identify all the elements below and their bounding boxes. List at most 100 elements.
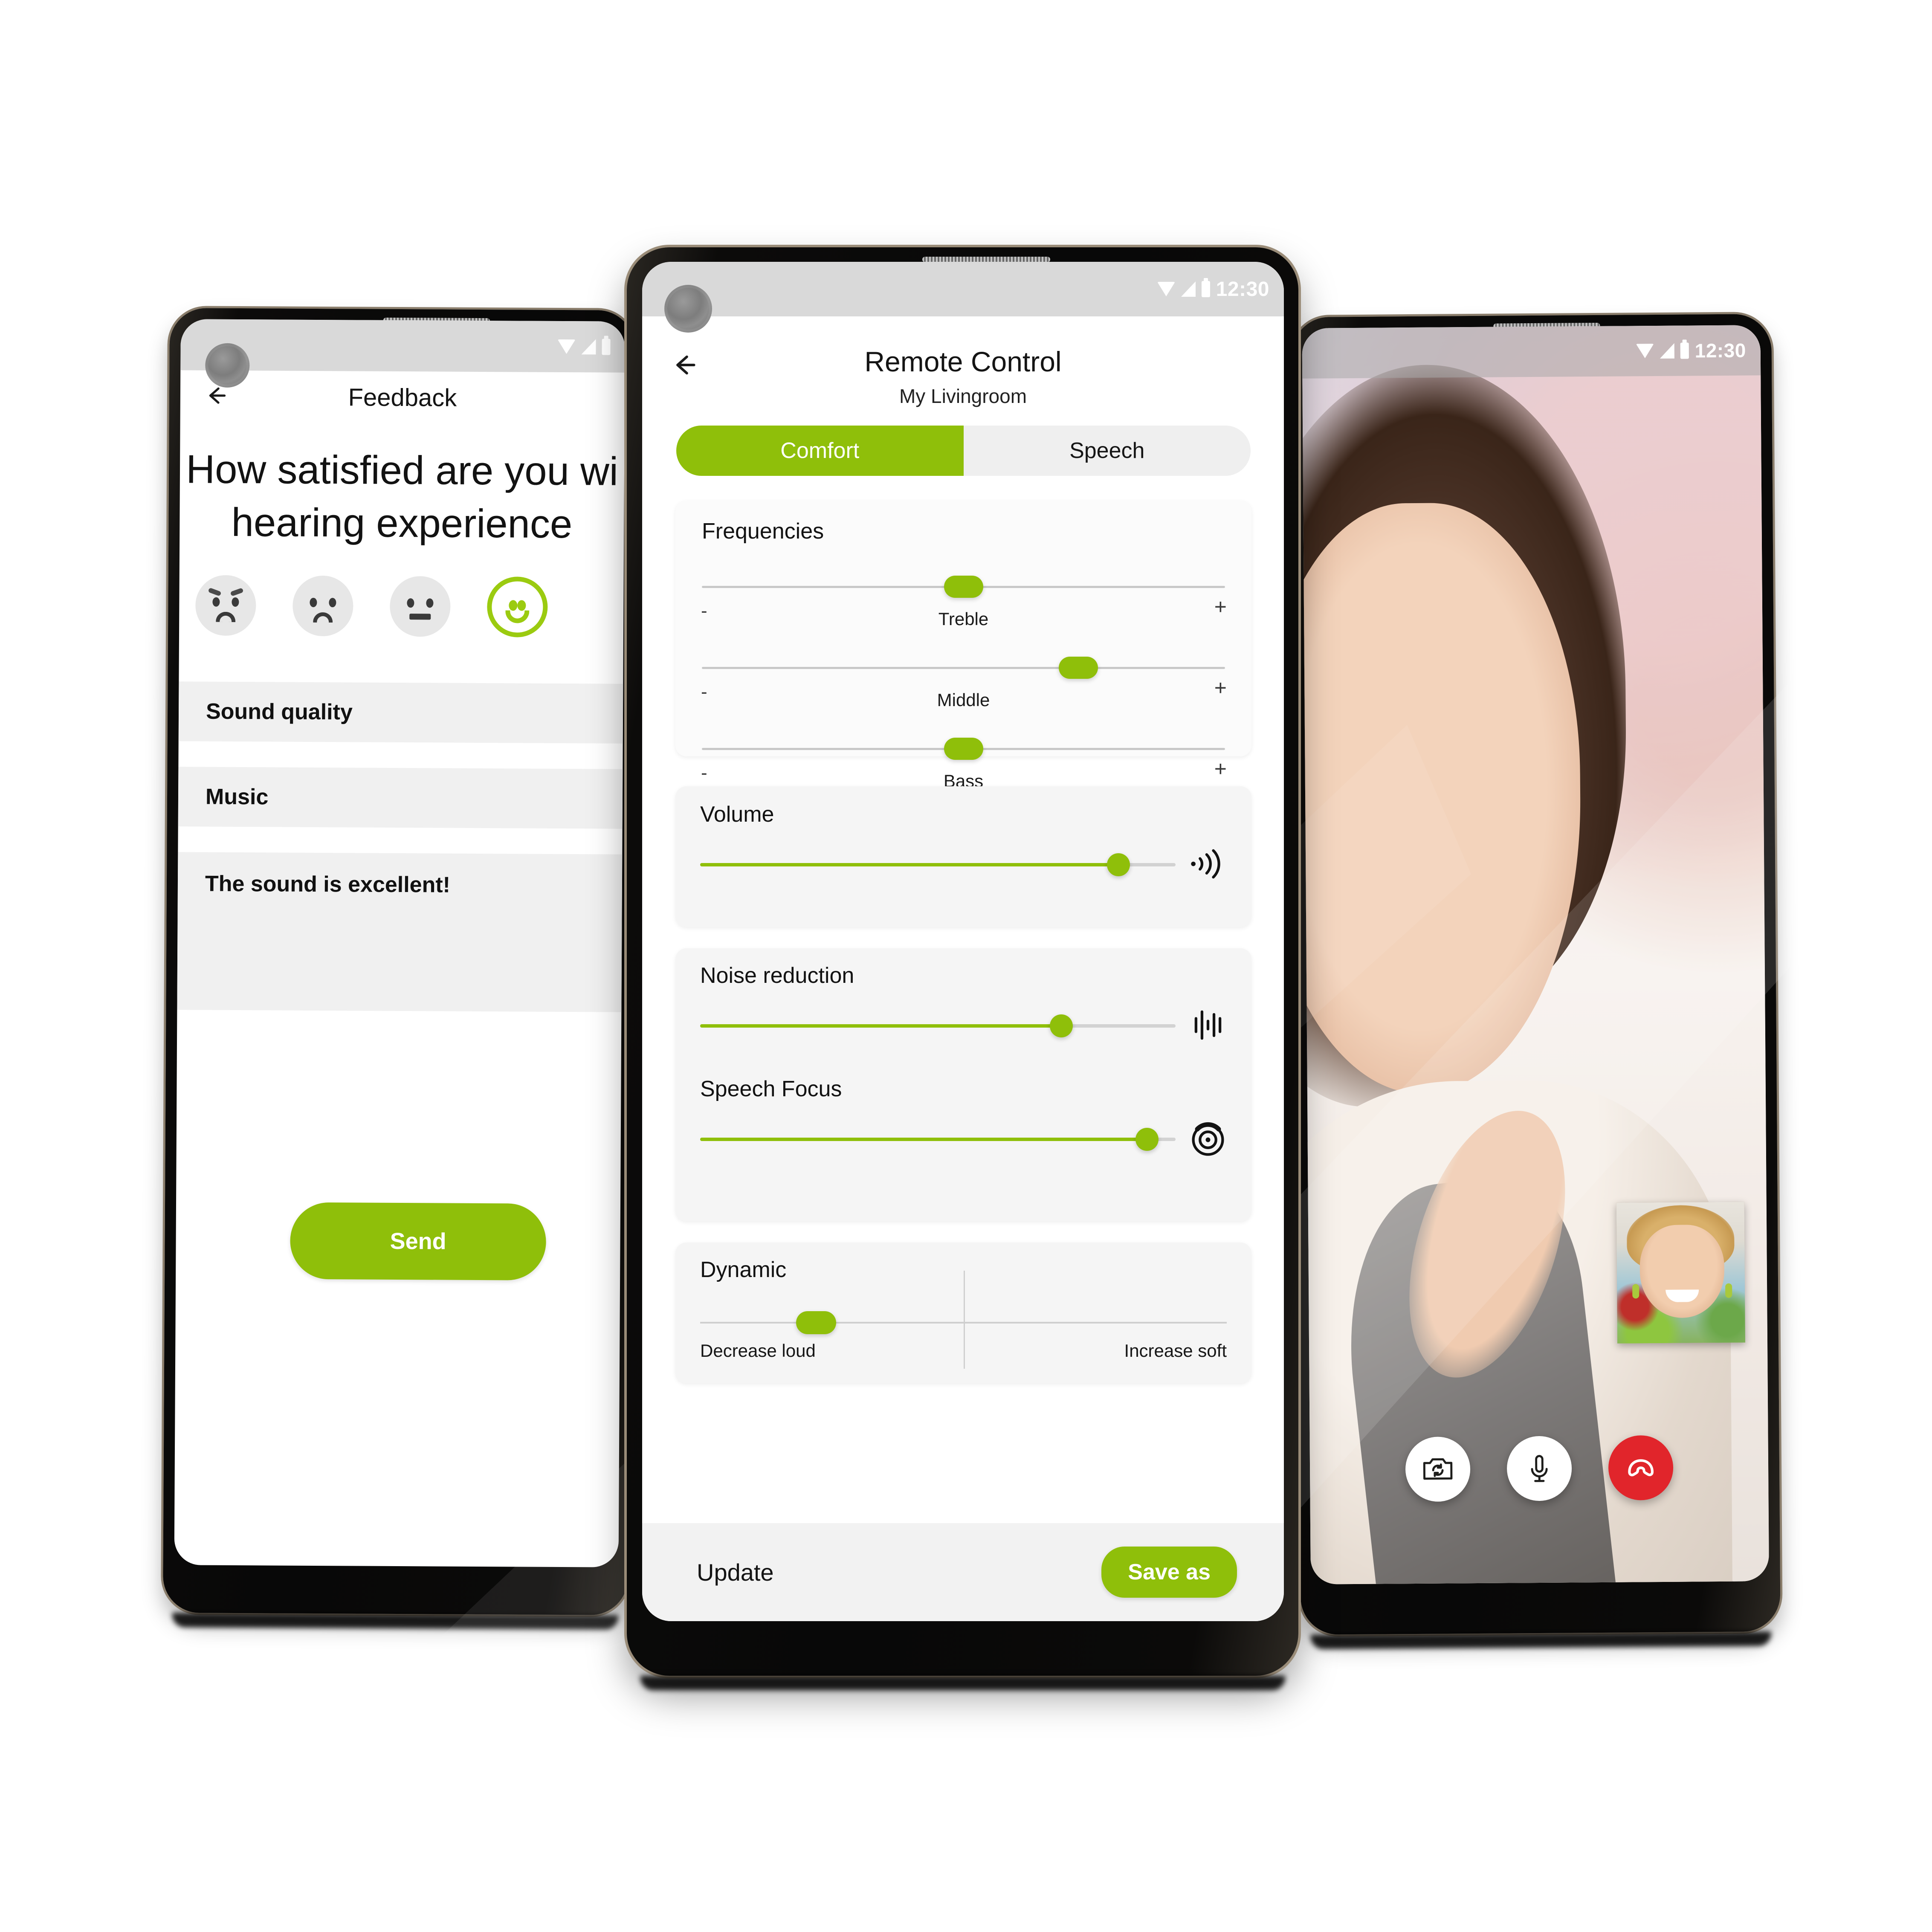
- list-item-label: Sound quality: [206, 699, 353, 725]
- battery-icon: [602, 339, 611, 355]
- marketing-composition: Feedback How satisfied are you wi hearin…: [0, 0, 1932, 1932]
- page-subtitle: My Livingroom: [899, 385, 1027, 407]
- brow-left: [208, 587, 222, 597]
- mouth-flat: [409, 614, 431, 620]
- wifi-icon: [1157, 282, 1175, 296]
- call-controls: [1309, 1403, 1769, 1534]
- eq-track: [702, 667, 1225, 669]
- audio-waveform-icon: [1187, 1004, 1229, 1046]
- eq-knob[interactable]: [944, 576, 983, 598]
- phone-mockup-remote-control: 12:30 Remote Control My Livingroom Comfo…: [627, 247, 1298, 1690]
- video-call-remote-participant: [1302, 325, 1769, 1584]
- status-clock: 12:30: [1216, 278, 1269, 301]
- mouth-smile: [505, 610, 530, 623]
- battery-icon: [1680, 342, 1689, 359]
- volume-card: Volume: [675, 786, 1251, 927]
- screen-video-call: 12:30: [1302, 325, 1769, 1584]
- slider-track: [700, 1014, 1176, 1037]
- comment-text: The sound is excellent!: [205, 871, 451, 898]
- eye-right: [232, 597, 239, 607]
- face-satisfied-selected[interactable]: [487, 576, 548, 637]
- slider-knob[interactable]: [1135, 1128, 1159, 1151]
- send-button[interactable]: Send: [290, 1202, 547, 1280]
- dynamic-title: Dynamic: [700, 1257, 787, 1282]
- phone-shadow-right: [1310, 1631, 1771, 1649]
- phone-shadow-left: [172, 1613, 619, 1630]
- eye-left: [310, 597, 317, 607]
- earring-right: [1725, 1283, 1732, 1298]
- list-item-label: Music: [205, 784, 269, 810]
- save-as-button[interactable]: Save as: [1101, 1547, 1237, 1598]
- slider-fill: [700, 1024, 1062, 1028]
- speech-focus-title: Speech Focus: [700, 1077, 842, 1101]
- brow-right: [230, 588, 244, 597]
- noise-reduction-title: Noise reduction: [700, 963, 854, 988]
- eye-right: [426, 598, 434, 608]
- feedback-question: How satisfied are you wi hearing experie…: [180, 443, 624, 551]
- eq-label-treble: Treble: [938, 609, 989, 629]
- wifi-icon: [1636, 344, 1654, 359]
- earring-left: [1632, 1284, 1639, 1299]
- list-item-music[interactable]: Music: [178, 767, 623, 829]
- page-title: Remote Control: [864, 346, 1062, 377]
- phone-shadow-center: [640, 1676, 1285, 1690]
- slider-track: [700, 853, 1176, 876]
- phone-mockup-video-call: 12:30: [1292, 314, 1781, 1649]
- noise-speech-card: Noise reduction Speech Focus: [675, 948, 1251, 1221]
- status-bar-right: 12:30: [1302, 325, 1761, 379]
- eye-right: [517, 600, 526, 611]
- eq-label-middle: Middle: [937, 690, 990, 710]
- eye-left: [407, 598, 414, 608]
- mute-microphone-button[interactable]: [1506, 1436, 1572, 1501]
- face-unsatisfied[interactable]: [292, 575, 353, 637]
- dynamic-left-label: Decrease loud: [700, 1341, 816, 1361]
- dynamic-center-tick: [963, 1271, 965, 1369]
- comment-textarea[interactable]: The sound is excellent!: [177, 852, 623, 1012]
- slider-knob[interactable]: [1107, 853, 1130, 876]
- tab-speech[interactable]: Speech: [964, 426, 1251, 476]
- eye-left: [509, 600, 518, 611]
- face-very-unsatisfied[interactable]: [195, 575, 256, 636]
- program-tabs: Comfort Speech: [676, 426, 1251, 476]
- wifi-icon: [557, 339, 576, 354]
- slider-fill: [700, 1138, 1147, 1141]
- screen-feedback: Feedback How satisfied are you wi hearin…: [174, 319, 625, 1567]
- signal-icon: [1660, 343, 1674, 359]
- volume-title: Volume: [700, 802, 774, 827]
- mouth-frown: [313, 612, 333, 623]
- slider-fill: [700, 863, 1119, 866]
- feedback-question-line2: hearing experience: [231, 500, 573, 547]
- satisfaction-rating-group: [195, 575, 624, 637]
- dynamic-card: Dynamic Decrease loud Increase soft: [675, 1243, 1251, 1383]
- face-neutral[interactable]: [389, 576, 451, 637]
- eye-right: [329, 598, 336, 608]
- end-call-button[interactable]: [1608, 1435, 1674, 1500]
- update-button[interactable]: Update: [697, 1558, 774, 1586]
- tab-comfort[interactable]: Comfort: [676, 426, 964, 476]
- slider-track: [700, 1128, 1176, 1151]
- feedback-question-line1: How satisfied are you wi: [186, 446, 619, 494]
- slider-track: [700, 1322, 1227, 1324]
- signal-icon: [581, 339, 596, 355]
- target-focus-icon: [1187, 1117, 1229, 1160]
- list-item-sound-quality[interactable]: Sound quality: [178, 681, 623, 744]
- eq-knob[interactable]: [944, 738, 983, 760]
- status-bar-center: 12:30: [642, 262, 1284, 316]
- remote-control-footer: Update Save as: [642, 1523, 1284, 1621]
- phone-mockup-feedback: Feedback How satisfied are you wi hearin…: [162, 308, 635, 1630]
- slider-knob[interactable]: [1050, 1014, 1073, 1037]
- battery-icon: [1201, 278, 1210, 297]
- slider-knob[interactable]: [796, 1311, 836, 1334]
- dynamic-right-label: Increase soft: [1124, 1341, 1227, 1361]
- video-call-self-view-thumbnail[interactable]: [1616, 1202, 1746, 1344]
- eq-knob[interactable]: [1059, 657, 1098, 679]
- page-title: Feedback: [348, 383, 457, 412]
- speaker-waves-icon: [1187, 843, 1229, 885]
- switch-camera-button[interactable]: [1405, 1437, 1471, 1502]
- signal-icon: [1181, 281, 1196, 297]
- frequencies-title: Frequencies: [702, 519, 824, 544]
- frequencies-card: Frequencies - + Treble - + Middle - + Ba…: [675, 501, 1251, 791]
- front-camera-punch-hole: [205, 343, 250, 388]
- eye-left: [212, 597, 220, 607]
- screen-remote-control: 12:30 Remote Control My Livingroom Comfo…: [642, 262, 1284, 1621]
